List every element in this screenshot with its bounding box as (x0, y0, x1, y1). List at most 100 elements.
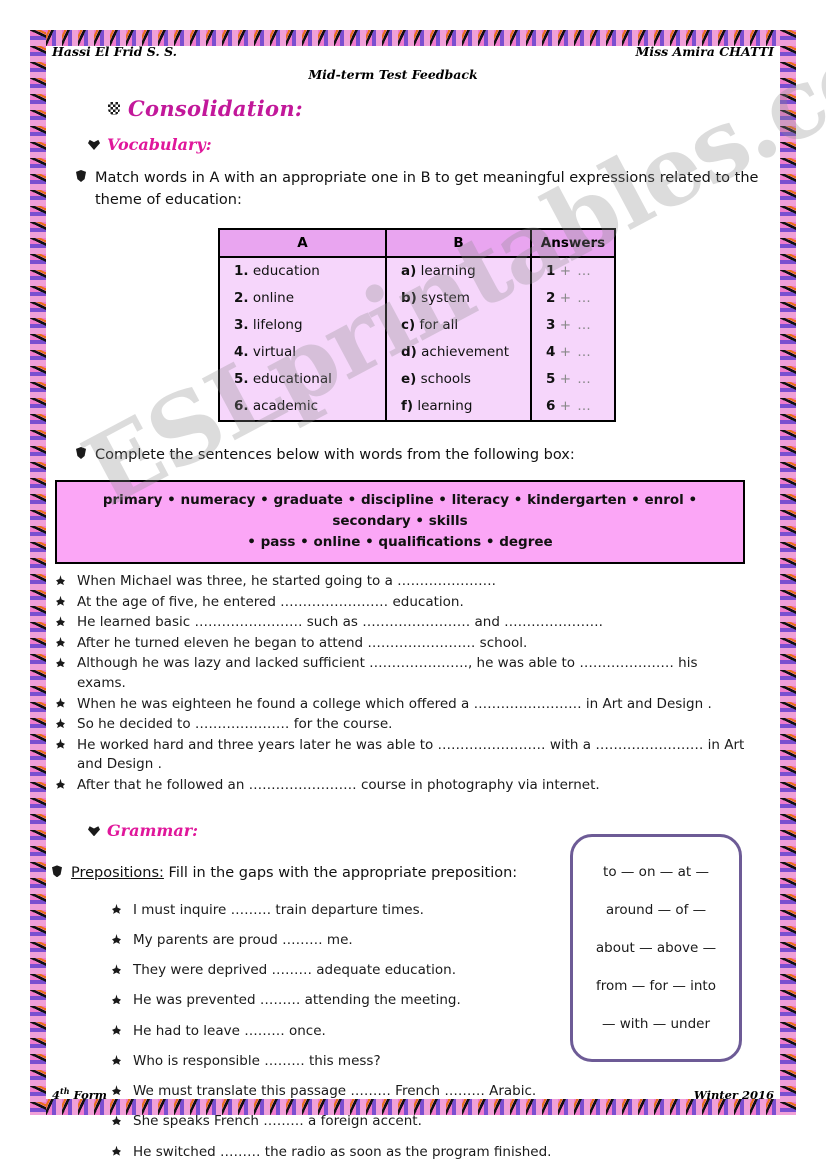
star-bullet-icon (56, 616, 65, 627)
sentence-text: Who is responsible ……… this mess? (133, 1052, 381, 1069)
heading-vocabulary-label: Vocabulary: (107, 135, 212, 154)
match-cell-b: d) achievement (385, 338, 532, 366)
list-item[interactable]: At the age of five, he entered …………………… … (56, 593, 748, 613)
heading-consolidation-label: Consolidation: (128, 96, 303, 121)
sentence-text: He learned basic …………………… such as ………………… (77, 614, 603, 631)
star-bullet-icon (112, 1054, 121, 1065)
heading-grammar-label: Grammar: (107, 821, 199, 841)
match-table-wrapper: A B Answers 1. education a) learning 1 + …… (218, 227, 616, 422)
star-bullet-icon (112, 994, 121, 1005)
heart-bullet-icon (88, 139, 100, 150)
sentence-text: So he decided to ………………… for the course. (77, 716, 393, 733)
match-answer-cell[interactable]: 1 + … (530, 256, 616, 285)
sentence-text: When Michael was three, he started going… (77, 573, 496, 590)
sentence-text: When he was eighteen he found a college … (77, 695, 712, 712)
sentence-text: After he turned eleven he began to atten… (77, 634, 528, 651)
sentence-text: I must inquire ……… train departure times… (133, 901, 424, 918)
border-band-right (780, 30, 796, 1115)
sentence-text: My parents are proud ……… me. (133, 932, 353, 949)
match-table: A B Answers 1. education a) learning 1 + …… (218, 227, 616, 422)
match-answer-cell[interactable]: 5 + … (530, 365, 616, 393)
heart-bullet-icon (88, 826, 100, 837)
list-item[interactable]: Although he was lazy and lacked sufficie… (56, 654, 748, 693)
list-item[interactable]: They were deprived ……… adequate educatio… (112, 961, 582, 979)
preposition-line: — with — under (601, 1016, 711, 1032)
preposition-line: from — for — into (595, 978, 716, 994)
star-bullet-icon (56, 697, 65, 708)
task-bullet-icon (76, 446, 86, 459)
star-bullet-icon (56, 595, 65, 606)
list-item[interactable]: My parents are proud ……… me. (112, 931, 582, 949)
sentence-text: He switched ……… the radio as soon as the… (133, 1143, 552, 1160)
list-item[interactable]: He switched ……… the radio as soon as the… (112, 1143, 582, 1161)
task2-instruction-text: Complete the sentences below with words … (95, 446, 575, 463)
star-bullet-icon (56, 738, 65, 749)
document-title: Mid-term Test Feedback (308, 67, 478, 82)
star-bullet-icon (112, 1024, 121, 1035)
task3-label: Prepositions: (71, 865, 164, 882)
star-bullet-icon (56, 657, 65, 668)
table-row: 6. academic f) learning 6 + … (218, 392, 616, 422)
sentence-text: They were deprived ……… adequate educatio… (133, 962, 456, 979)
page-header: Hassi El Frid S. S. Miss Amira CHATTI (52, 44, 774, 59)
task1-instruction: Match words in A with an appropriate one… (76, 167, 766, 212)
list-item[interactable]: She speaks French ……… a foreign accent. (112, 1112, 582, 1130)
list-item[interactable]: He learned basic …………………… such as ………………… (56, 613, 748, 633)
match-answer-cell[interactable]: 4 + … (530, 338, 616, 366)
list-item[interactable]: When Michael was three, he started going… (56, 572, 748, 592)
table-header-a: A (218, 227, 387, 258)
list-item[interactable]: After he turned eleven he began to atten… (56, 634, 748, 654)
table-header-b: B (385, 227, 532, 258)
heading-consolidation: Consolidation: (108, 96, 774, 121)
list-item[interactable]: He had to leave ……… once. (112, 1022, 582, 1040)
list-item[interactable]: So he decided to ………………… for the course. (56, 715, 748, 735)
list-item[interactable]: He worked hard and three years later he … (56, 736, 748, 775)
term-date: Winter 2016 (693, 1088, 774, 1102)
match-answer-cell[interactable]: 6 + … (530, 392, 616, 422)
sentence-text: He worked hard and three years later he … (77, 736, 745, 773)
form-level: 4th Form (52, 1086, 107, 1102)
match-cell-a: 2. online (218, 284, 387, 312)
match-cell-b: e) schools (385, 365, 532, 393)
match-cell-a: 3. lifelong (218, 311, 387, 339)
sentence-text: She speaks French ……… a foreign accent. (133, 1113, 422, 1130)
word-bank-line-2: • pass • online • qualifications • degre… (247, 534, 553, 551)
star-bullet-icon (56, 575, 65, 586)
list-item[interactable]: After that he followed an …………………… cours… (56, 776, 748, 796)
match-cell-b: b) system (385, 284, 532, 312)
sentence-text: He had to leave ……… once. (133, 1022, 326, 1039)
list-item[interactable]: I must inquire ……… train departure times… (112, 901, 582, 919)
table-row: 3. lifelong c) for all 3 + … (218, 311, 616, 339)
task3-sentence-list: I must inquire ……… train departure times… (112, 901, 582, 1169)
list-item[interactable]: When he was eighteen he found a college … (56, 695, 748, 715)
task2-instruction: Complete the sentences below with words … (76, 444, 766, 466)
table-row: 4. virtual d) achievement 4 + … (218, 338, 616, 366)
match-answer-cell[interactable]: 2 + … (530, 284, 616, 312)
star-bullet-icon (112, 1145, 121, 1156)
preposition-word-box: to — on — at — around — of — about — above… (570, 834, 742, 1062)
task3-instruction-text: Fill in the gaps with the appropriate pr… (168, 865, 518, 882)
match-cell-b: c) for all (385, 311, 532, 339)
border-band-left (30, 30, 46, 1115)
list-item[interactable]: He was prevented ……… attending the meeti… (112, 991, 582, 1009)
match-answer-cell[interactable]: 3 + … (530, 311, 616, 339)
word-bank-box: primary • numeracy • graduate • discipli… (55, 480, 745, 565)
task2-sentence-list: When Michael was three, he started going… (56, 572, 774, 795)
worksheet-page: ESLprintables.com Hassi El Frid S. S. Mi… (0, 0, 826, 1169)
preposition-line: around — of — (605, 902, 707, 918)
teacher-name: Miss Amira CHATTI (635, 44, 774, 59)
worksheet-content: Hassi El Frid S. S. Miss Amira CHATTI Mi… (52, 44, 774, 1160)
match-cell-a: 4. virtual (218, 338, 387, 366)
star-bullet-icon (56, 636, 65, 647)
table-header-answers: Answers (530, 227, 616, 258)
match-cell-b: f) learning (385, 392, 532, 422)
sentence-text: Although he was lazy and lacked sufficie… (77, 655, 698, 691)
sentence-text: After that he followed an …………………… cours… (77, 776, 600, 793)
match-cell-b: a) learning (385, 256, 532, 285)
list-item[interactable]: Who is responsible ……… this mess? (112, 1052, 582, 1070)
star-bullet-icon (56, 778, 65, 789)
star-bullet-icon (112, 934, 121, 945)
star-bullet-icon (56, 718, 65, 729)
match-cell-a: 5. educational (218, 365, 387, 393)
task-bullet-icon (52, 865, 62, 878)
